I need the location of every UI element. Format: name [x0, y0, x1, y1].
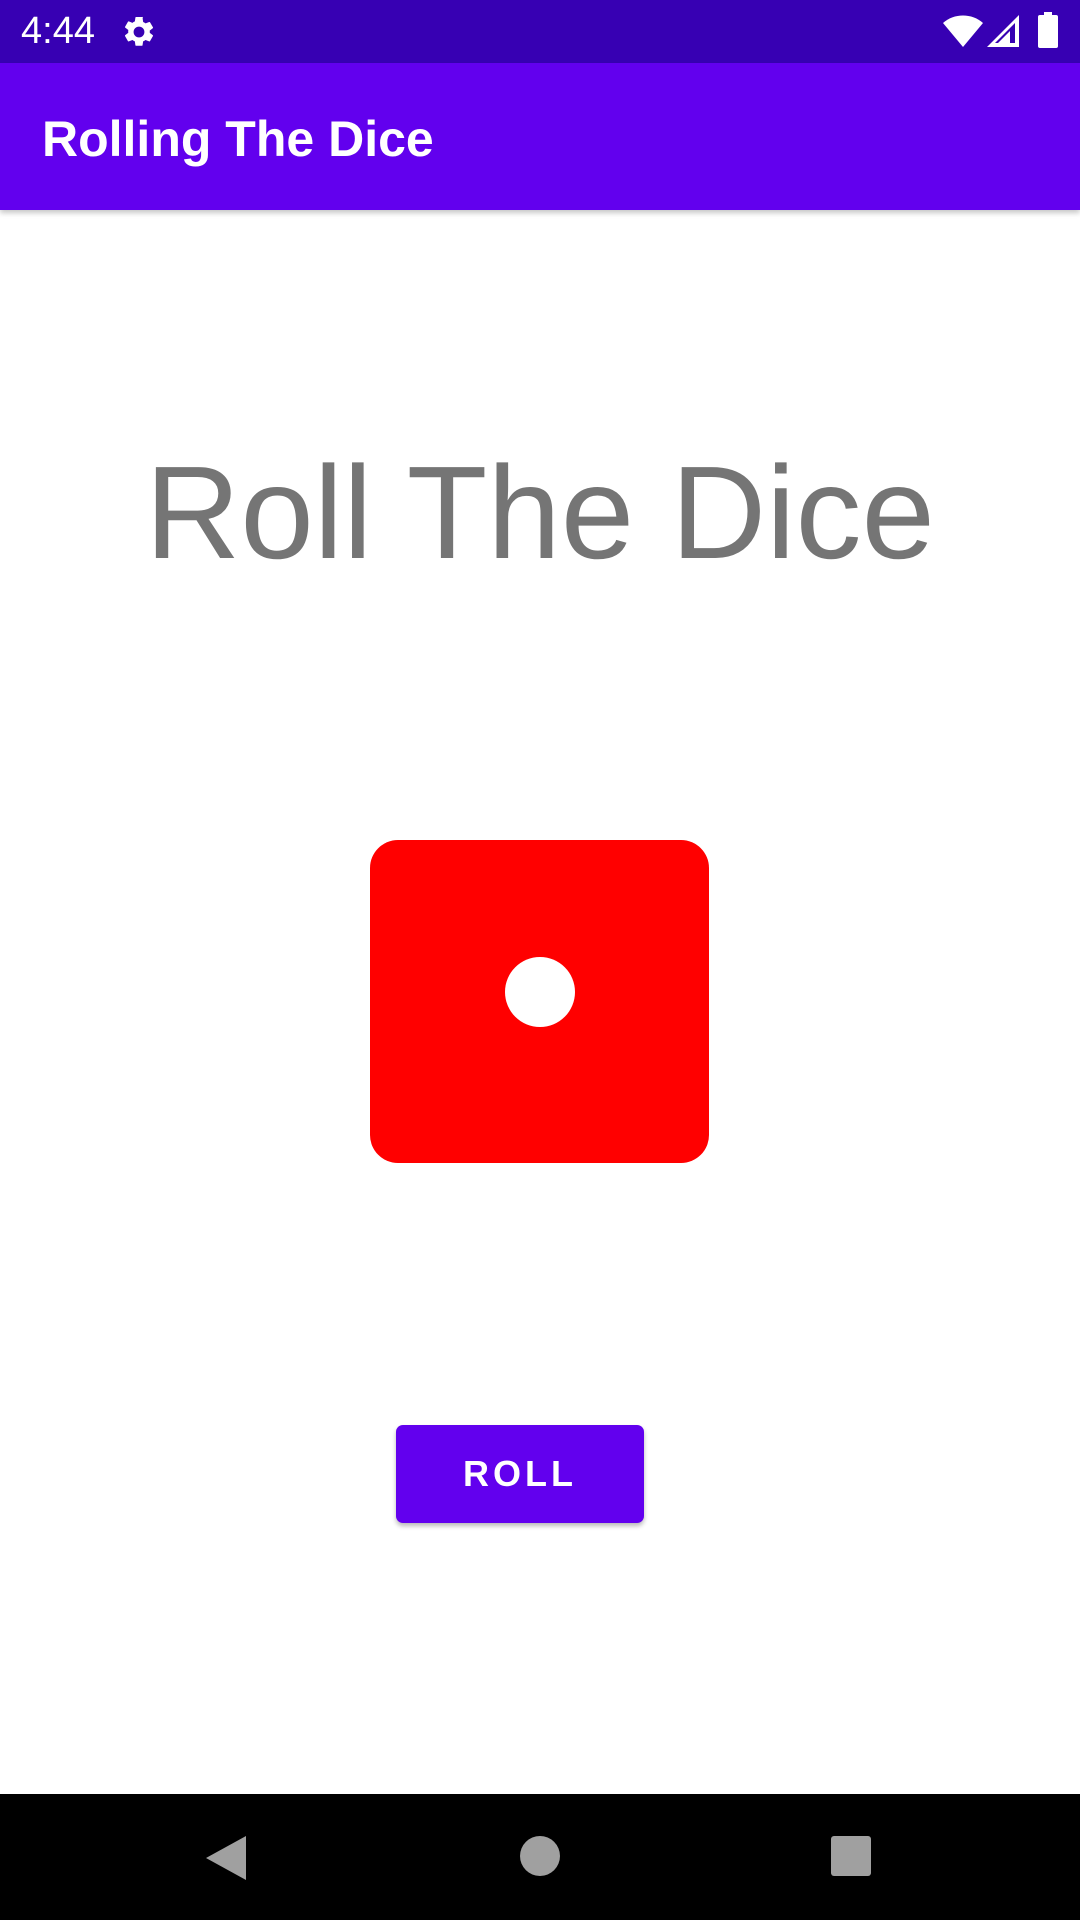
wifi-icon — [943, 15, 983, 47]
dice-face — [370, 840, 709, 1163]
status-bar: 4:44 — [0, 0, 1080, 63]
recents-icon[interactable] — [831, 1836, 871, 1876]
battery-icon — [1038, 12, 1058, 48]
gear-icon — [124, 16, 154, 46]
status-time: 4:44 — [21, 10, 95, 52]
app-bar: Rolling The Dice — [0, 63, 1080, 210]
navigation-bar — [0, 1794, 1080, 1920]
roll-button[interactable]: ROLL — [396, 1425, 644, 1523]
dice-pip — [505, 957, 575, 1027]
home-icon[interactable] — [520, 1836, 560, 1876]
app-title: Rolling The Dice — [42, 111, 434, 167]
page-heading: Roll The Dice — [145, 439, 935, 586]
screen: 4:44 Rolling The Dice Roll The Dice ROLL — [0, 0, 1080, 1920]
back-icon[interactable] — [204, 1834, 248, 1882]
signal-icon — [987, 15, 1019, 47]
